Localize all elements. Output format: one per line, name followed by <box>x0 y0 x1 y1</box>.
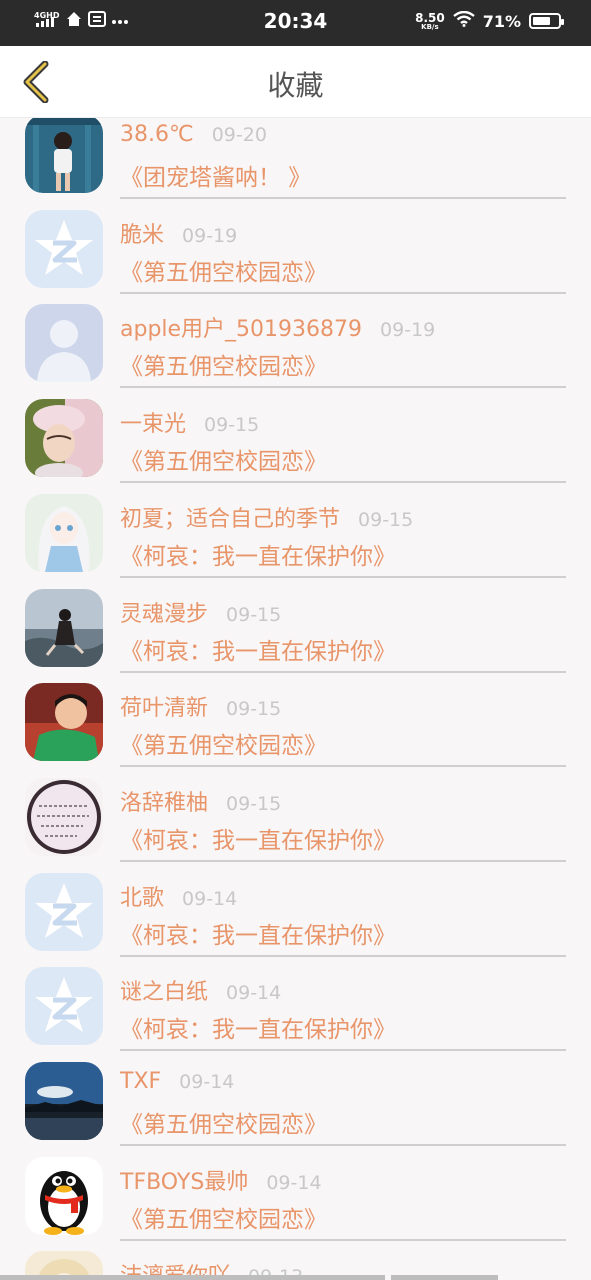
name-row: 灵魂漫步 09-15 <box>120 596 281 628</box>
favorite-date: 09-20 <box>211 124 267 146</box>
battery-icon <box>529 13 564 29</box>
list-item[interactable]: TFBOYS最帅 09-14 《第五佣空校园恋》 <box>0 1150 591 1245</box>
favorite-date: 09-15 <box>358 508 414 531</box>
work-title-link[interactable]: 《团宠塔酱呐！ 》 <box>120 158 311 192</box>
user-name[interactable]: 灵魂漫步 <box>120 596 208 628</box>
list-item[interactable]: 脆米 09-19 《第五佣空校园恋》 <box>0 203 591 298</box>
work-title-link[interactable]: 《柯哀：我一直在保护你》 <box>120 821 396 855</box>
user-name[interactable]: 荷叶清新 <box>120 690 208 722</box>
list-item[interactable]: apple用户_501936879 09-19 《第五佣空校园恋》 <box>0 297 591 392</box>
favorite-date: 09-15 <box>226 792 282 815</box>
favorite-date: 09-14 <box>266 1171 322 1194</box>
avatar[interactable] <box>25 493 103 572</box>
scroll-indicator-right <box>391 1275 498 1280</box>
user-name[interactable]: 初夏；适合自己的季节 <box>120 501 340 533</box>
list-item[interactable]: 洛辞稚柚 09-15 《柯哀：我一直在保护你》 <box>0 771 591 866</box>
divider <box>120 859 566 862</box>
work-title-link[interactable]: 《第五佣空校园恋》 <box>120 726 327 760</box>
avatar[interactable] <box>25 399 103 478</box>
user-name[interactable]: apple用户_501936879 <box>120 311 362 343</box>
divider <box>120 1144 566 1146</box>
wifi-icon <box>452 10 475 31</box>
name-row: TXF 09-14 <box>120 1069 234 1094</box>
status-bar: 4GHD 20:34 8.50 KB/s 71% <box>0 0 591 46</box>
user-name[interactable]: TXF <box>120 1069 161 1094</box>
name-row: 38.6℃ 09-20 <box>120 122 267 147</box>
name-row: TFBOYS最帅 09-14 <box>120 1164 322 1196</box>
divider <box>120 1049 566 1052</box>
name-row: 一束光 09-15 <box>120 406 259 438</box>
favorite-date: 09-15 <box>226 603 282 626</box>
name-row: apple用户_501936879 09-19 <box>120 311 435 343</box>
name-row: 初夏；适合自己的季节 09-15 <box>120 501 413 533</box>
net-speed-unit: KB/s <box>421 22 439 31</box>
user-name[interactable]: TFBOYS最帅 <box>120 1164 248 1196</box>
qzone-default-avatar[interactable] <box>25 967 103 1046</box>
work-title-link[interactable]: 《第五佣空校园恋》 <box>120 1200 327 1234</box>
user-name[interactable]: 北歌 <box>120 880 164 912</box>
favorites-list: 38.6℃ 09-20 《团宠塔酱呐！ 》 脆米 09-19 《第五佣空校园恋》 app… <box>0 118 591 1280</box>
qzone-default-avatar[interactable] <box>25 209 103 288</box>
divider <box>120 197 566 199</box>
favorite-date: 09-19 <box>380 319 436 342</box>
divider <box>120 765 566 768</box>
favorite-date: 09-14 <box>226 982 282 1005</box>
nav-bar: 收藏 <box>0 46 591 118</box>
name-row: 谜之白纸 09-14 <box>120 974 281 1006</box>
avatar[interactable] <box>25 683 103 762</box>
work-title-link[interactable]: 《第五佣空校园恋》 <box>120 347 327 381</box>
work-title-link[interactable]: 《第五佣空校园恋》 <box>120 442 327 476</box>
qq-penguin-avatar[interactable] <box>25 1156 103 1235</box>
favorite-date: 09-14 <box>182 887 238 910</box>
user-name[interactable]: 洛辞稚柚 <box>120 785 208 817</box>
list-item[interactable]: 灵魂漫步 09-15 《柯哀：我一直在保护你》 <box>0 582 591 677</box>
work-title-link[interactable]: 《柯哀：我一直在保护你》 <box>120 1010 396 1044</box>
user-name[interactable]: 38.6℃ <box>120 122 194 147</box>
qzone-default-avatar[interactable] <box>25 872 103 951</box>
divider <box>120 670 566 673</box>
favorite-date: 09-14 <box>179 1071 235 1093</box>
work-title-link[interactable]: 《柯哀：我一直在保护你》 <box>120 916 396 950</box>
divider <box>120 575 566 578</box>
favorite-date: 09-15 <box>226 698 282 721</box>
scroll-indicator-left <box>0 1275 385 1280</box>
list-item[interactable]: TXF 09-14 《第五佣空校园恋》 <box>0 1055 591 1150</box>
page-title: 收藏 <box>267 69 324 102</box>
work-title-link[interactable]: 《第五佣空校园恋》 <box>120 253 327 287</box>
divider <box>120 1238 566 1241</box>
list-item[interactable]: 北歌 09-14 《柯哀：我一直在保护你》 <box>0 866 591 961</box>
user-name[interactable]: 一束光 <box>120 406 186 438</box>
name-row: 洛辞稚柚 09-15 <box>120 785 281 817</box>
user-name[interactable]: 谜之白纸 <box>120 974 208 1006</box>
divider <box>120 291 566 294</box>
status-right: 8.50 KB/s 71% <box>415 10 564 31</box>
list-item[interactable]: 荷叶清新 09-15 《第五佣空校园恋》 <box>0 676 591 771</box>
list-item[interactable]: 初夏；适合自己的季节 09-15 《柯哀：我一直在保护你》 <box>0 487 591 582</box>
divider <box>120 481 566 484</box>
battery-percent: 71% <box>482 11 521 31</box>
default-person-avatar[interactable] <box>25 304 103 383</box>
net-speed-value: 8.50 <box>415 10 445 25</box>
name-row: 荷叶清新 09-15 <box>120 690 281 722</box>
work-title-link[interactable]: 《第五佣空校园恋》 <box>120 1105 327 1139</box>
favorite-date: 09-19 <box>182 224 238 247</box>
user-name[interactable]: 脆米 <box>120 217 164 249</box>
list-item[interactable]: 38.6℃ 09-20 《团宠塔酱呐！ 》 <box>0 118 591 203</box>
avatar[interactable] <box>25 1062 103 1140</box>
divider <box>120 386 566 389</box>
work-title-link[interactable]: 《柯哀：我一直在保护你》 <box>120 632 396 666</box>
battery-level <box>533 17 551 25</box>
net-speed: 8.50 KB/s <box>415 12 445 31</box>
list-item[interactable]: 一束光 09-15 《第五佣空校园恋》 <box>0 392 591 487</box>
favorite-date: 09-15 <box>204 414 260 437</box>
name-row: 脆米 09-19 <box>120 217 237 249</box>
avatar[interactable] <box>25 118 103 193</box>
divider <box>120 954 566 957</box>
list-item[interactable]: 谜之白纸 09-14 《柯哀：我一直在保护你》 <box>0 960 591 1055</box>
work-title-link[interactable]: 《柯哀：我一直在保护你》 <box>120 537 396 571</box>
name-row: 北歌 09-14 <box>120 880 237 912</box>
avatar[interactable] <box>25 588 103 667</box>
avatar[interactable] <box>25 777 103 856</box>
